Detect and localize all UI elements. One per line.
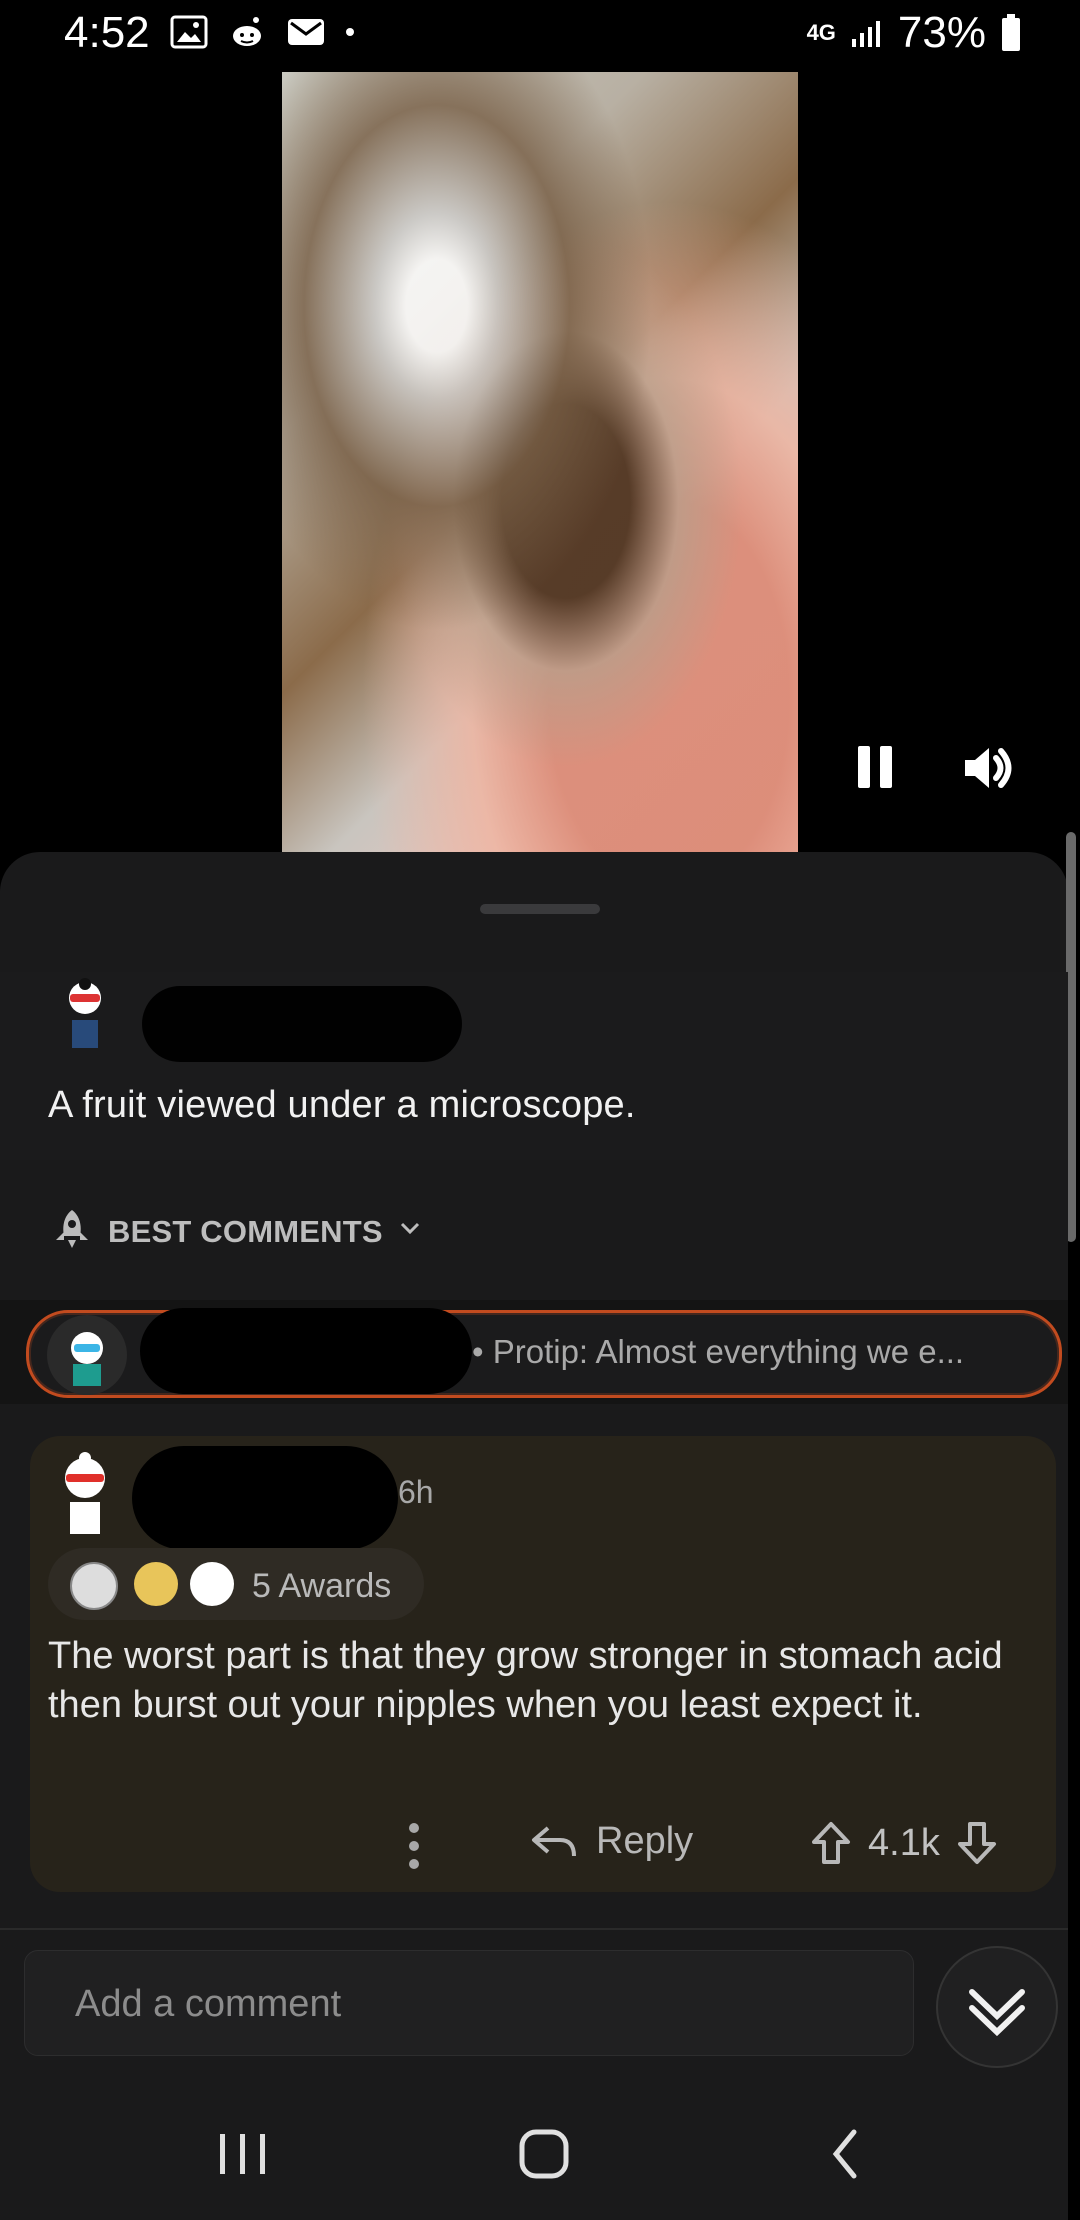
upvote-icon[interactable] <box>808 1820 854 1866</box>
reply-button[interactable]: Reply <box>530 1820 693 1863</box>
reddit-icon <box>233 17 261 46</box>
more-icon <box>409 1823 419 1869</box>
sort-button[interactable] <box>48 1206 96 1254</box>
chevron-down-icon[interactable] <box>398 1216 422 1240</box>
avatar-icon <box>65 1452 105 1534</box>
comment-input[interactable] <box>73 1977 857 2031</box>
rocket-icon <box>56 1210 88 1248</box>
comment-username-redacted <box>132 1446 398 1550</box>
reply-icon <box>532 1825 576 1856</box>
comment-time: 6h <box>398 1474 434 1510</box>
silver-award-icon <box>70 1562 118 1610</box>
awards-label: 5 Awards <box>252 1567 392 1605</box>
more-options-button[interactable] <box>400 1818 428 1874</box>
status-bar: 4:52 4G 73% <box>0 0 1080 72</box>
avatar-icon <box>69 978 101 1048</box>
comment-author-avatar[interactable] <box>48 1450 122 1538</box>
mail-icon <box>288 19 324 45</box>
collapse-comments-button[interactable] <box>936 1946 1058 2068</box>
reply-label: Reply <box>596 1820 694 1862</box>
pause-button[interactable] <box>850 736 900 796</box>
awards-button[interactable]: 5 Awards <box>48 1548 424 1620</box>
sort-label[interactable]: BEST COMMENTS <box>108 1214 383 1250</box>
battery-icon <box>1002 14 1020 51</box>
gold-star-award-icon <box>134 1562 178 1606</box>
status-time: 4:52 <box>64 8 150 57</box>
avatar-icon <box>47 1315 127 1395</box>
comment-body: The worst part is that they grow stronge… <box>48 1635 1003 1726</box>
pinned-username-redacted <box>140 1308 472 1394</box>
divider <box>0 1928 1068 1930</box>
comment-composer[interactable] <box>24 1950 914 2056</box>
video-player[interactable] <box>282 72 798 852</box>
pinned-comment-text: • Protip: Almost everything we e... <box>472 1333 965 1370</box>
navigation-bar <box>0 2088 1080 2220</box>
username-redacted <box>142 986 462 1062</box>
downvote-icon[interactable] <box>954 1820 1000 1866</box>
volume-button[interactable] <box>960 742 1016 794</box>
back-button[interactable] <box>826 2126 866 2182</box>
signal-icon <box>851 21 880 47</box>
video-controls <box>840 736 1040 796</box>
volume-icon <box>965 748 1012 788</box>
back-icon <box>832 2129 857 2179</box>
post-title: A fruit viewed under a microscope. <box>48 1084 636 1126</box>
wholesome-award-icon <box>190 1562 234 1606</box>
comment-actions: Reply 4.1k <box>400 1810 1040 1882</box>
pinned-comment-avatar <box>44 1314 130 1396</box>
dot-icon <box>346 28 354 36</box>
vote-controls: 4.1k <box>808 1820 1000 1866</box>
vote-score: 4.1k <box>868 1821 940 1864</box>
battery-percentage: 73% <box>897 8 986 57</box>
post-author-avatar[interactable] <box>54 976 116 1052</box>
sheet-drag-handle[interactable] <box>480 904 600 914</box>
recents-button[interactable] <box>212 2128 274 2180</box>
gallery-icon <box>170 15 208 49</box>
status-icons-right: 4G 73% <box>807 8 1022 58</box>
home-button[interactable] <box>518 2128 570 2180</box>
collapse-icon <box>969 1989 1025 2037</box>
network-type: 4G <box>806 20 836 45</box>
recents-icon <box>220 2134 265 2174</box>
home-icon <box>519 2129 569 2179</box>
status-icons-left <box>170 14 356 50</box>
